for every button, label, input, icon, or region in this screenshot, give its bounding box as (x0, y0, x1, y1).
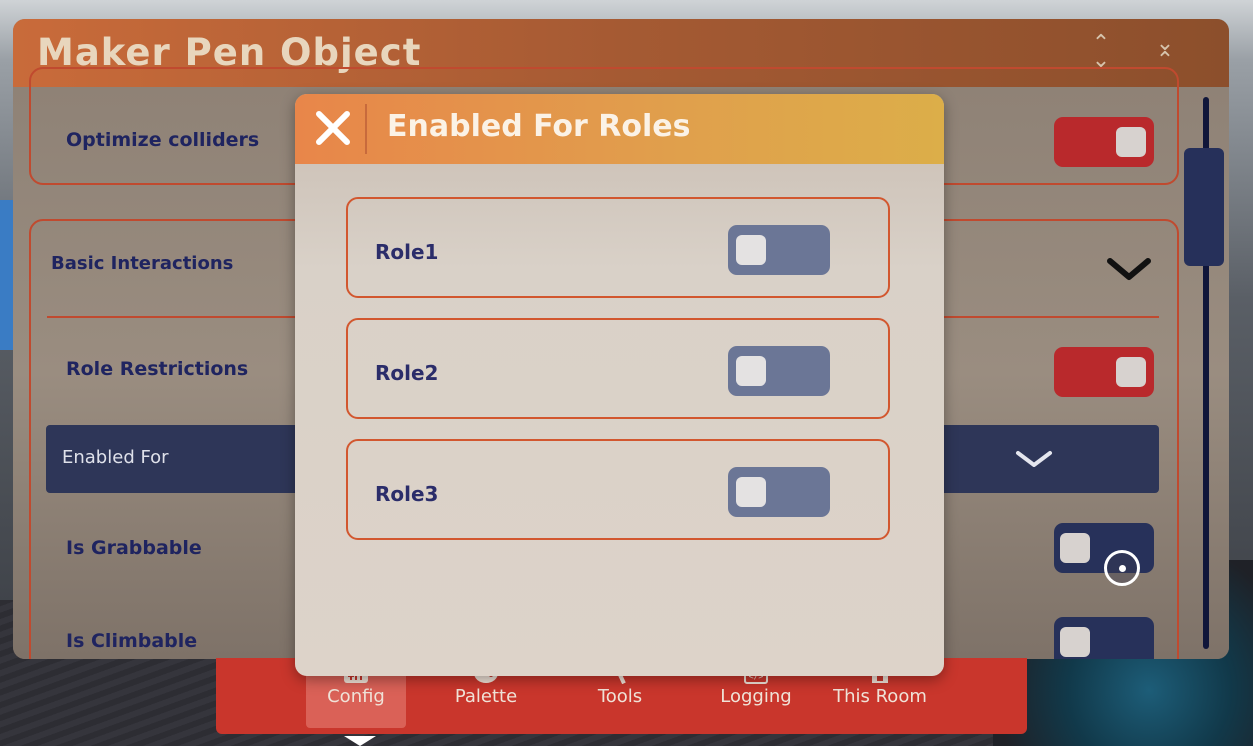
toolbar-expand-arrow[interactable] (344, 736, 376, 746)
is-climbable-label: Is Climbable (66, 630, 198, 652)
toggle-knob (736, 235, 766, 265)
close-window-icon[interactable]: ⌄ ⌃ (1152, 33, 1178, 72)
toolbar-label: This Room (833, 686, 927, 707)
toggle-knob (736, 477, 766, 507)
toggle-knob (1116, 357, 1146, 387)
role-label: Role1 (375, 240, 439, 264)
pointer-cursor (1104, 550, 1140, 586)
is-grabbable-label: Is Grabbable (66, 537, 202, 559)
collapse-icon[interactable]: ⌃ ⌄ (1088, 33, 1114, 72)
modal-header: Enabled For Roles (295, 94, 944, 164)
role-restrictions-toggle[interactable] (1054, 347, 1154, 397)
role2-toggle[interactable] (728, 346, 830, 396)
toggle-knob (1116, 127, 1146, 157)
role1-toggle[interactable] (728, 225, 830, 275)
enabled-for-label: Enabled For (62, 447, 169, 468)
optimize-colliders-label: Optimize colliders (66, 129, 260, 151)
toolbar-label: Palette (454, 686, 518, 707)
toolbar-label: Tools (597, 686, 643, 707)
toolbar-label: Config (327, 686, 385, 707)
toggle-knob (1060, 533, 1090, 563)
scrollbar-thumb[interactable] (1184, 148, 1224, 266)
role3-toggle[interactable] (728, 467, 830, 517)
role-card: Role2 (346, 318, 890, 419)
header-separator (365, 104, 367, 154)
role-card: Role1 (346, 197, 890, 298)
basic-interactions-label: Basic Interactions (51, 253, 234, 274)
role-label: Role3 (375, 482, 439, 506)
role-restrictions-label: Role Restrictions (66, 358, 249, 380)
enabled-for-roles-modal: Enabled For Roles Role1 Role2 Role3 (295, 94, 944, 676)
modal-title: Enabled For Roles (387, 109, 691, 144)
is-climbable-toggle[interactable] (1054, 617, 1154, 659)
toolbar-label: Logging (720, 686, 792, 707)
chevron-down-icon (1016, 451, 1052, 467)
chevron-down-icon[interactable] (1106, 255, 1152, 283)
close-icon[interactable] (313, 108, 353, 148)
role-label: Role2 (375, 361, 439, 385)
toggle-knob (1060, 627, 1090, 657)
role-card: Role3 (346, 439, 890, 540)
toggle-knob (736, 356, 766, 386)
optimize-colliders-toggle[interactable] (1054, 117, 1154, 167)
